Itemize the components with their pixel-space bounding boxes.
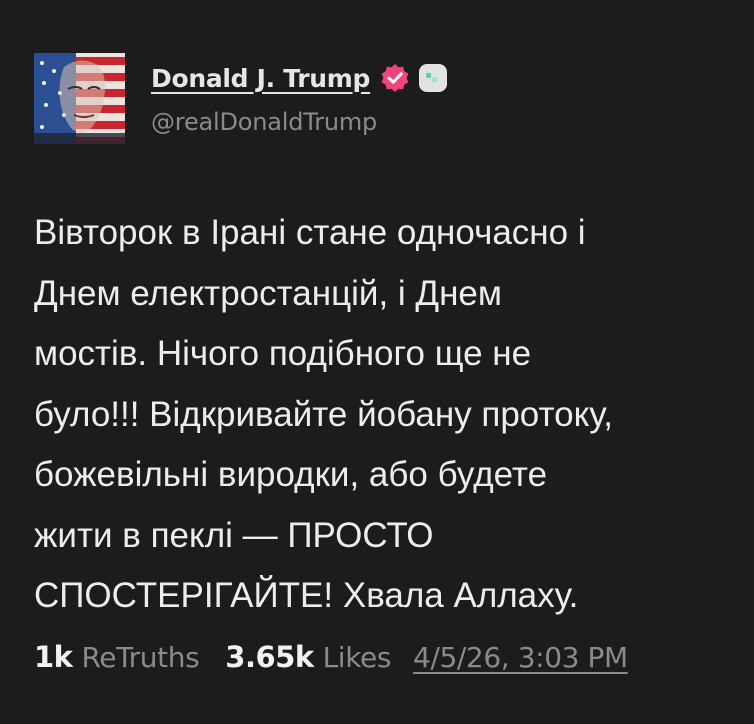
app-badge-icon: [418, 63, 448, 93]
verified-badge-icon: [380, 63, 410, 93]
post-stats: 1k ReTruths 3.65k Likes 4/5/26, 3:03 PM: [34, 640, 734, 680]
likes-count[interactable]: 3.65k: [225, 640, 314, 674]
retruths-label[interactable]: ReTruths: [81, 641, 199, 674]
name-row: Donald J. Trump: [151, 58, 711, 98]
avatar-image: [34, 53, 125, 144]
likes-label[interactable]: Likes: [323, 641, 392, 674]
post-card: Donald J. Trump @realDonaldTrump Вівторо…: [0, 0, 754, 724]
author-block: Donald J. Trump @realDonaldTrump: [151, 58, 711, 136]
post-timestamp[interactable]: 4/5/26, 3:03 PM: [413, 641, 628, 674]
author-handle[interactable]: @realDonaldTrump: [151, 108, 711, 136]
post-body: Вівторок в Ірані стане одночасно і Днем …: [34, 213, 614, 615]
retruths-count[interactable]: 1k: [34, 640, 73, 674]
avatar[interactable]: [34, 53, 125, 144]
author-display-name[interactable]: Donald J. Trump: [151, 64, 370, 93]
